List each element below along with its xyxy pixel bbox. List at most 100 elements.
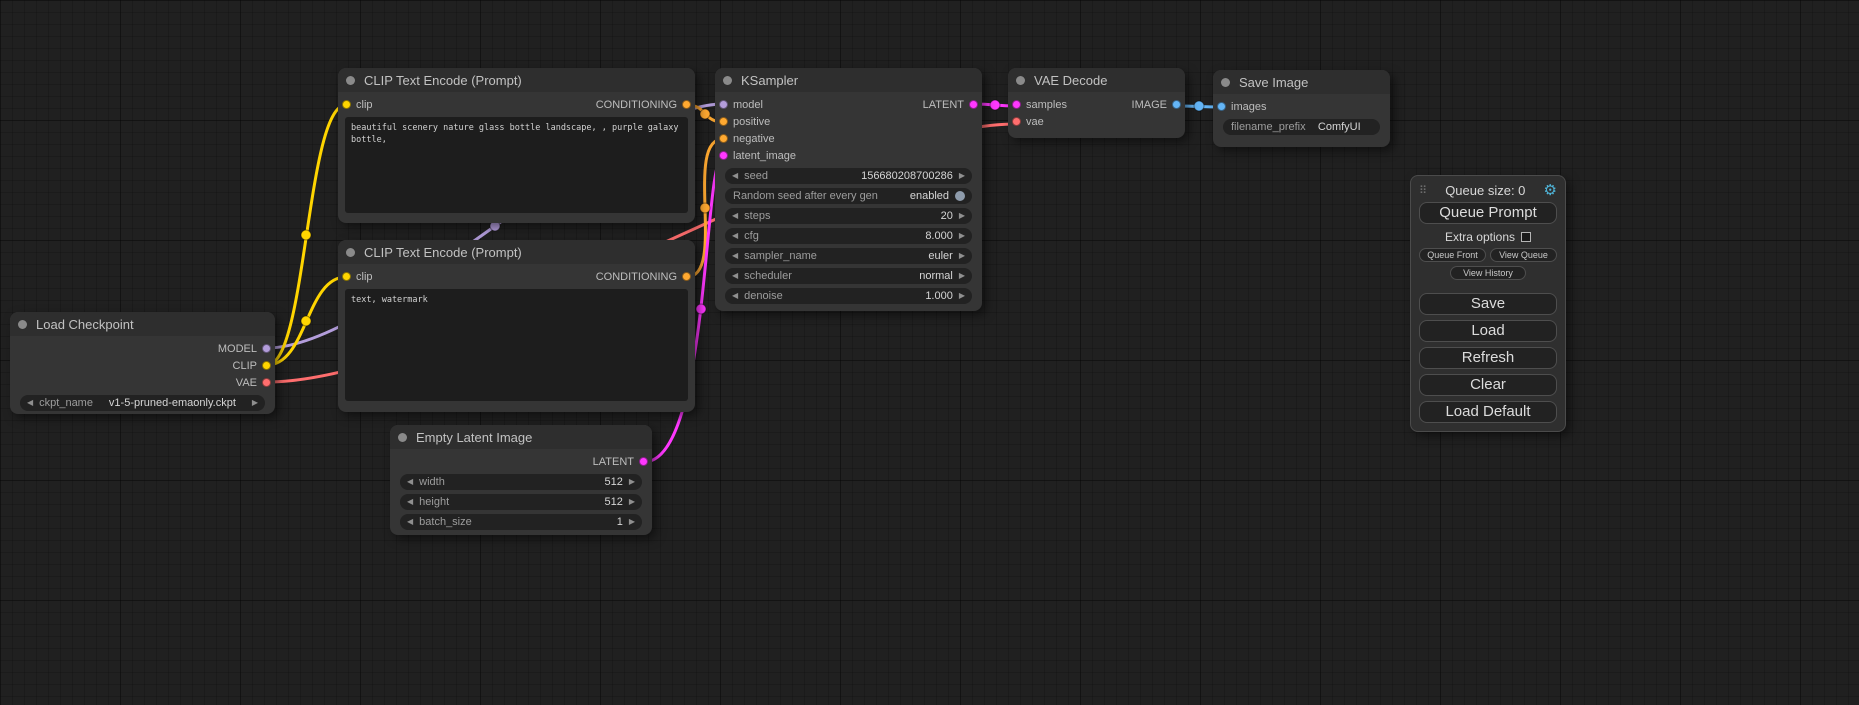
- output-slot-conditioning[interactable]: CONDITIONING: [596, 99, 691, 111]
- decrement-arrow-icon[interactable]: ◀: [732, 272, 738, 280]
- increment-arrow-icon[interactable]: ▶: [959, 272, 965, 280]
- increment-arrow-icon[interactable]: ▶: [959, 172, 965, 180]
- slot-dot-clip[interactable]: [262, 361, 271, 370]
- slot-dot-latent[interactable]: [639, 457, 648, 466]
- decrement-arrow-icon[interactable]: ◀: [732, 232, 738, 240]
- slot-dot-clip[interactable]: [342, 100, 351, 109]
- drag-handle-icon[interactable]: ⠿: [1419, 184, 1427, 197]
- slot-dot-latent[interactable]: [1012, 100, 1021, 109]
- link-midpoint-dot[interactable]: [1194, 101, 1204, 111]
- input-slot-samples[interactable]: samples: [1012, 99, 1067, 111]
- comfyui-canvas[interactable]: { "icons": { "decrement_arrow": "◀", "in…: [0, 0, 1859, 705]
- queue-panel[interactable]: ⠿ Queue size: 0 ⚙ Queue Prompt Extra opt…: [1410, 175, 1566, 432]
- node-header[interactable]: VAE Decode: [1008, 68, 1185, 92]
- input-slot-positive[interactable]: positive: [719, 116, 770, 128]
- input-slot-negative[interactable]: negative: [719, 133, 775, 145]
- node-ksampler[interactable]: KSampler model LATENT positive negative: [715, 68, 982, 311]
- increment-arrow-icon[interactable]: ▶: [959, 232, 965, 240]
- node-header[interactable]: Empty Latent Image: [390, 425, 652, 449]
- increment-arrow-icon[interactable]: ▶: [629, 478, 635, 486]
- extra-options-checkbox[interactable]: [1521, 232, 1531, 242]
- widget-steps[interactable]: ◀ steps 20 ▶: [725, 208, 972, 224]
- output-slot-model[interactable]: MODEL: [218, 343, 271, 355]
- slot-dot-clip[interactable]: [342, 272, 351, 281]
- refresh-button[interactable]: Refresh: [1419, 347, 1557, 369]
- slot-dot-image[interactable]: [1172, 100, 1181, 109]
- load-button[interactable]: Load: [1419, 320, 1557, 342]
- link-midpoint-dot[interactable]: [700, 203, 710, 213]
- output-slot-conditioning[interactable]: CONDITIONING: [596, 271, 691, 283]
- node-vae-decode[interactable]: VAE Decode samples IMAGE vae: [1008, 68, 1185, 138]
- increment-arrow-icon[interactable]: ▶: [959, 292, 965, 300]
- slot-dot-latent[interactable]: [719, 151, 728, 160]
- collapse-dot-icon[interactable]: [1016, 76, 1025, 85]
- output-slot-image[interactable]: IMAGE: [1132, 99, 1181, 111]
- slot-dot-conditioning[interactable]: [682, 272, 691, 281]
- link-midpoint-dot[interactable]: [696, 304, 706, 314]
- decrement-arrow-icon[interactable]: ◀: [407, 498, 413, 506]
- widget-width[interactable]: ◀ width 512 ▶: [400, 474, 642, 490]
- widget-ckpt-name[interactable]: ◀ ckpt_name v1-5-pruned-emaonly.ckpt ▶: [20, 395, 265, 411]
- decrement-arrow-icon[interactable]: ◀: [27, 399, 33, 407]
- toggle-knob[interactable]: [955, 191, 965, 201]
- collapse-dot-icon[interactable]: [18, 320, 27, 329]
- save-button[interactable]: Save: [1419, 293, 1557, 315]
- node-header[interactable]: CLIP Text Encode (Prompt): [338, 240, 695, 264]
- settings-gear-icon[interactable]: ⚙: [1544, 183, 1557, 198]
- decrement-arrow-icon[interactable]: ◀: [732, 252, 738, 260]
- collapse-dot-icon[interactable]: [723, 76, 732, 85]
- node-header[interactable]: Save Image: [1213, 70, 1390, 94]
- output-slot-vae[interactable]: VAE: [236, 377, 271, 389]
- view-history-button[interactable]: View History: [1450, 266, 1526, 280]
- link-midpoint-dot[interactable]: [301, 316, 311, 326]
- decrement-arrow-icon[interactable]: ◀: [732, 212, 738, 220]
- slot-dot-image[interactable]: [1217, 102, 1226, 111]
- node-clip-text-encode-positive[interactable]: CLIP Text Encode (Prompt) clip CONDITION…: [338, 68, 695, 223]
- input-slot-images[interactable]: images: [1217, 101, 1266, 113]
- increment-arrow-icon[interactable]: ▶: [959, 252, 965, 260]
- widget-filename-prefix[interactable]: filename_prefix ComfyUI: [1223, 119, 1380, 135]
- increment-arrow-icon[interactable]: ▶: [629, 498, 635, 506]
- output-slot-latent[interactable]: LATENT: [593, 456, 648, 468]
- slot-dot-vae[interactable]: [1012, 117, 1021, 126]
- node-save-image[interactable]: Save Image images filename_prefix ComfyU…: [1213, 70, 1390, 147]
- slot-dot-conditioning[interactable]: [719, 134, 728, 143]
- decrement-arrow-icon[interactable]: ◀: [732, 172, 738, 180]
- collapse-dot-icon[interactable]: [346, 76, 355, 85]
- increment-arrow-icon[interactable]: ▶: [629, 518, 635, 526]
- increment-arrow-icon[interactable]: ▶: [252, 399, 258, 407]
- widget-scheduler[interactable]: ◀ scheduler normal ▶: [725, 268, 972, 284]
- slot-dot-conditioning[interactable]: [682, 100, 691, 109]
- negative-prompt-textarea[interactable]: text, watermark: [345, 289, 688, 401]
- decrement-arrow-icon[interactable]: ◀: [732, 292, 738, 300]
- input-slot-clip[interactable]: clip: [342, 99, 373, 111]
- node-header[interactable]: KSampler: [715, 68, 982, 92]
- collapse-dot-icon[interactable]: [398, 433, 407, 442]
- node-empty-latent-image[interactable]: Empty Latent Image LATENT ◀ width 512 ▶ …: [390, 425, 652, 535]
- slot-dot-conditioning[interactable]: [719, 117, 728, 126]
- output-slot-latent[interactable]: LATENT: [923, 99, 978, 111]
- widget-height[interactable]: ◀ height 512 ▶: [400, 494, 642, 510]
- link-midpoint-dot[interactable]: [990, 100, 1000, 110]
- widget-cfg[interactable]: ◀ cfg 8.000 ▶: [725, 228, 972, 244]
- slot-dot-latent[interactable]: [969, 100, 978, 109]
- decrement-arrow-icon[interactable]: ◀: [407, 478, 413, 486]
- widget-sampler-name[interactable]: ◀ sampler_name euler ▶: [725, 248, 972, 264]
- widget-denoise[interactable]: ◀ denoise 1.000 ▶: [725, 288, 972, 304]
- view-queue-button[interactable]: View Queue: [1490, 248, 1557, 262]
- link-midpoint-dot[interactable]: [700, 109, 710, 119]
- slot-dot-vae[interactable]: [262, 378, 271, 387]
- collapse-dot-icon[interactable]: [1221, 78, 1230, 87]
- input-slot-latent-image[interactable]: latent_image: [719, 150, 796, 162]
- link-midpoint-dot[interactable]: [301, 230, 311, 240]
- clear-button[interactable]: Clear: [1419, 374, 1557, 396]
- load-default-button[interactable]: Load Default: [1419, 401, 1557, 423]
- input-slot-clip[interactable]: clip: [342, 271, 373, 283]
- decrement-arrow-icon[interactable]: ◀: [407, 518, 413, 526]
- input-slot-model[interactable]: model: [719, 99, 763, 111]
- input-slot-vae[interactable]: vae: [1012, 116, 1044, 128]
- slot-dot-model[interactable]: [262, 344, 271, 353]
- queue-front-button[interactable]: Queue Front: [1419, 248, 1486, 262]
- widget-batch-size[interactable]: ◀ batch_size 1 ▶: [400, 514, 642, 530]
- node-clip-text-encode-negative[interactable]: CLIP Text Encode (Prompt) clip CONDITION…: [338, 240, 695, 412]
